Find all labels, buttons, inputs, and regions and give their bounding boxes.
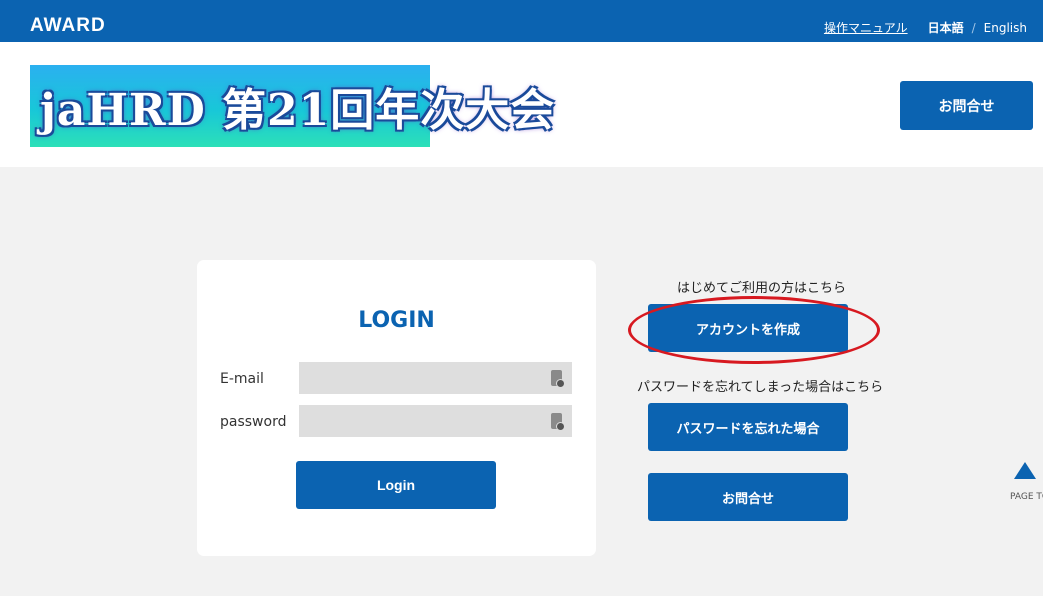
language-english-link[interactable]: English [984, 21, 1027, 35]
event-banner-text: jaHRD 第21回年次大会 [40, 85, 556, 136]
manual-link[interactable]: 操作マニュアル [824, 19, 908, 36]
page-top-button[interactable]: PAGE TOP [1010, 462, 1043, 502]
header-contact-button[interactable]: お問合せ [900, 81, 1033, 130]
login-button[interactable]: Login [296, 461, 496, 509]
contact-button[interactable]: お問合せ [648, 473, 848, 521]
language-separator: / [971, 20, 976, 35]
site-header: jaHRD 第21回年次大会 お問合せ [0, 42, 1043, 167]
brand-logo[interactable]: AWARD [30, 15, 106, 37]
top-bar: AWARD 操作マニュアル 日本語 / English [0, 0, 1043, 42]
language-japanese-link[interactable]: 日本語 [928, 19, 964, 36]
password-manager-icon[interactable] [551, 413, 565, 431]
password-field[interactable] [299, 405, 572, 437]
first-time-hint: はじめてご利用の方はこちら [677, 281, 847, 296]
triangle-up-icon [1014, 462, 1036, 479]
forgot-password-button[interactable]: パスワードを忘れた場合 [648, 403, 848, 451]
forgot-password-hint: パスワードを忘れてしまった場合はこちら [637, 380, 884, 395]
login-card: LOGIN E-mail password Login [197, 260, 596, 556]
page-top-label: PAGE TOP [1010, 492, 1043, 502]
event-banner[interactable]: jaHRD 第21回年次大会 [30, 65, 554, 147]
email-label: E-mail [220, 371, 264, 387]
login-title: LOGIN [358, 308, 435, 333]
create-account-button[interactable]: アカウントを作成 [648, 304, 848, 352]
password-manager-icon[interactable] [551, 370, 565, 388]
email-field[interactable] [299, 362, 572, 394]
password-label: password [220, 414, 287, 430]
top-links: 操作マニュアル 日本語 / English [824, 19, 1027, 36]
